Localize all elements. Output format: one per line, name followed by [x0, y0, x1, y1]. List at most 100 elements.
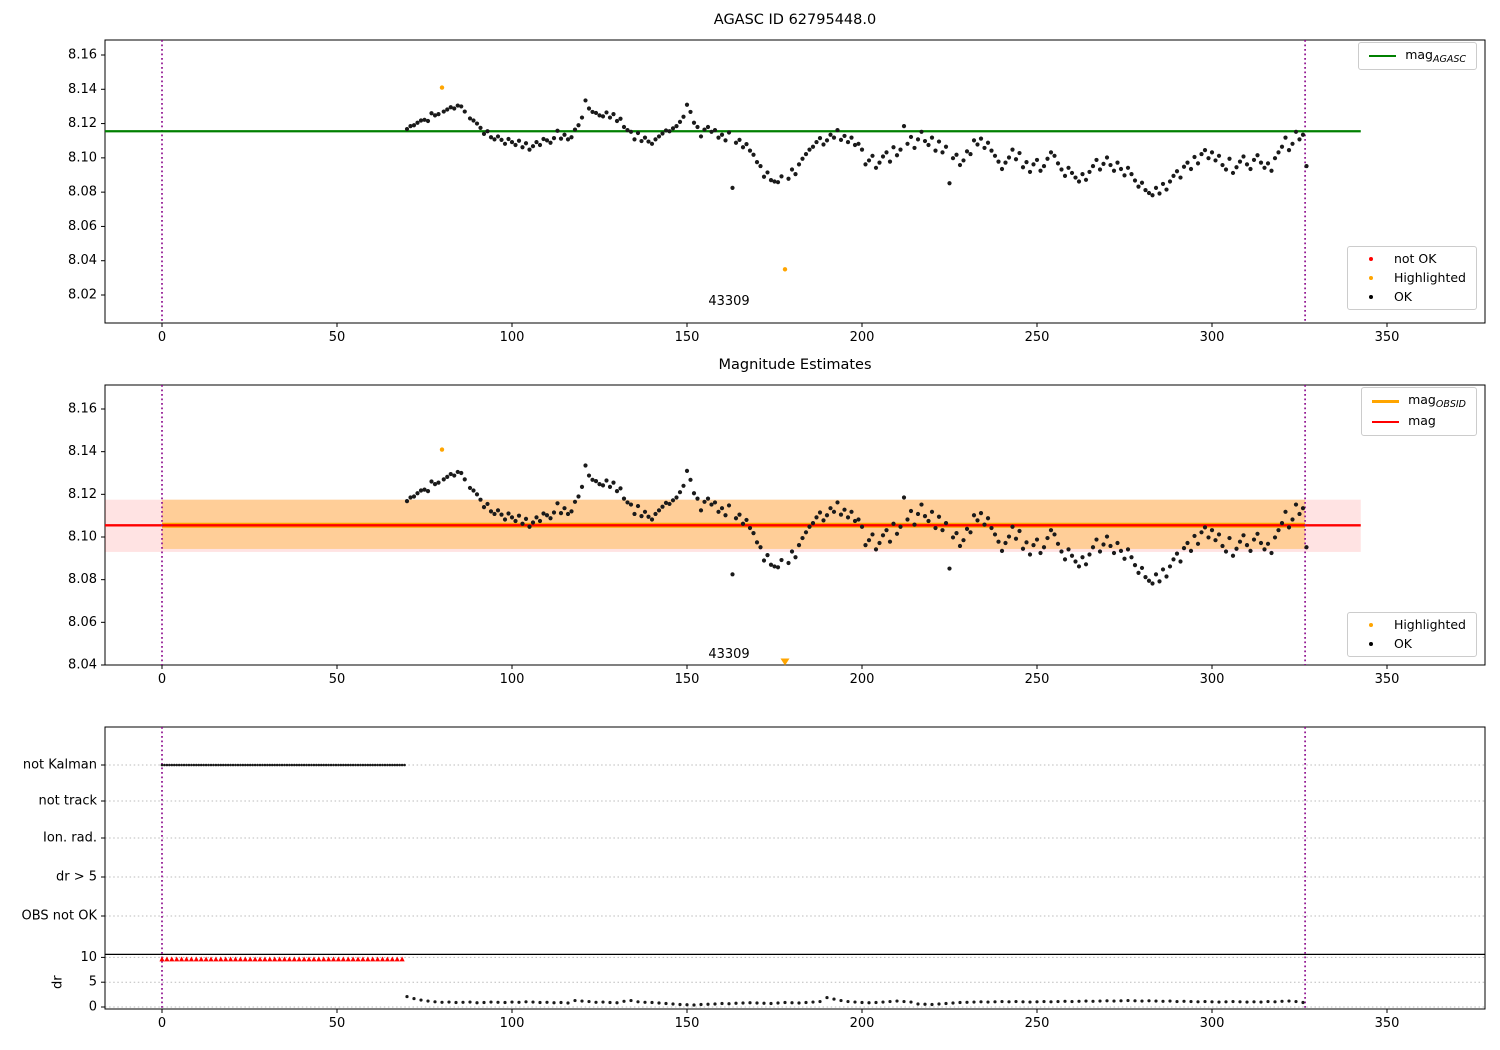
- data-point: [1146, 190, 1152, 196]
- data-point: [1160, 181, 1166, 187]
- flag-point: [239, 763, 242, 767]
- y-tick-label: 8.06: [68, 615, 97, 630]
- dr-point: [1084, 999, 1088, 1003]
- data-point: [926, 518, 931, 524]
- clipped-point-triangle-icon: [780, 658, 790, 666]
- data-point: [856, 141, 861, 146]
- dr-point: [734, 1001, 738, 1005]
- dr-point: [496, 1000, 500, 1004]
- data-point: [1248, 166, 1253, 172]
- dr-clipped-marker-icon: [218, 956, 224, 962]
- data-point: [586, 106, 592, 111]
- legend-label: magOBSID: [1408, 392, 1466, 411]
- data-point: [639, 138, 644, 144]
- data-point: [870, 153, 875, 158]
- data-point: [649, 141, 655, 146]
- data-point: [656, 134, 662, 139]
- flag-point: [280, 763, 284, 767]
- dr-clipped-marker-icon: [370, 956, 376, 962]
- flag-point: [163, 763, 166, 767]
- data-point: [723, 513, 728, 518]
- dr-point: [888, 999, 892, 1004]
- data-point: [698, 134, 704, 139]
- data-point: [849, 135, 854, 140]
- flag-point: [214, 763, 218, 767]
- data-point: [1300, 132, 1306, 137]
- data-point: [502, 517, 508, 522]
- data-point: [471, 118, 476, 123]
- data-point: [1300, 506, 1306, 511]
- data-point: [824, 138, 830, 143]
- top-plot-title: AGASC ID 62795448.0: [713, 12, 877, 28]
- data-point: [1262, 547, 1267, 552]
- dr-point: [867, 1001, 871, 1005]
- data-point: [1227, 535, 1232, 541]
- data-point: [1304, 163, 1309, 169]
- dr-clipped-marker-icon: [272, 956, 278, 962]
- data-point: [1090, 163, 1096, 169]
- data-point: [1034, 157, 1040, 163]
- data-point: [702, 127, 707, 132]
- flag-point: [305, 763, 308, 767]
- data-point: [509, 515, 515, 520]
- data-point: [859, 524, 865, 529]
- data-point: [404, 499, 410, 504]
- dr-point: [1070, 999, 1074, 1004]
- green-line-swatch-icon: [1369, 55, 1397, 57]
- data-point: [632, 511, 637, 517]
- data-point: [894, 531, 900, 536]
- flag-point: [192, 763, 196, 767]
- flag-point: [251, 763, 254, 767]
- data-point: [551, 510, 557, 515]
- data-point: [933, 148, 938, 153]
- data-point: [1195, 541, 1201, 546]
- flag-point: [398, 763, 401, 767]
- data-point: [1167, 564, 1173, 569]
- dr-point: [776, 1001, 780, 1005]
- data-point: [411, 494, 417, 499]
- dr-point: [951, 1001, 955, 1005]
- data-point: [1188, 166, 1194, 172]
- dr-point: [664, 1001, 668, 1006]
- y-tick-label: 8.16: [68, 402, 97, 417]
- legend-label: not OK: [1393, 251, 1437, 266]
- dr-point: [762, 1001, 766, 1005]
- data-point: [1104, 155, 1110, 160]
- dr-point: [1266, 999, 1270, 1004]
- data-point: [1017, 150, 1022, 156]
- data-point: [565, 137, 571, 142]
- data-point: [789, 549, 795, 554]
- data-point: [1283, 509, 1288, 514]
- data-point: [1276, 528, 1281, 533]
- data-point: [628, 129, 634, 134]
- data-point: [880, 154, 886, 159]
- data-point: [1006, 155, 1012, 160]
- data-point: [957, 543, 963, 549]
- data-point: [516, 138, 522, 143]
- data-point: [1069, 553, 1075, 558]
- data-point: [730, 572, 735, 577]
- data-point: [884, 150, 889, 155]
- x-tick-label: 0: [158, 672, 166, 687]
- dr-point: [412, 996, 416, 1001]
- data-point: [1104, 534, 1110, 539]
- legend-mag-obsid: magOBSID mag: [1361, 387, 1477, 436]
- dr-point: [1021, 1000, 1025, 1004]
- data-point: [775, 180, 781, 185]
- data-point: [1293, 129, 1299, 134]
- data-point: [1230, 553, 1236, 558]
- flag-point: [354, 763, 357, 767]
- data-point: [1066, 547, 1071, 552]
- data-point: [569, 509, 574, 514]
- data-point: [474, 121, 480, 126]
- dr-point: [979, 1000, 983, 1004]
- data-point: [1241, 154, 1246, 159]
- data-point: [754, 160, 760, 165]
- dr-point: [825, 995, 829, 1000]
- dr-point: [573, 998, 577, 1003]
- dr-point: [1252, 1000, 1256, 1004]
- data-point: [520, 145, 525, 150]
- data-point: [1255, 531, 1260, 536]
- data-point: [723, 138, 728, 143]
- data-point: [873, 165, 879, 170]
